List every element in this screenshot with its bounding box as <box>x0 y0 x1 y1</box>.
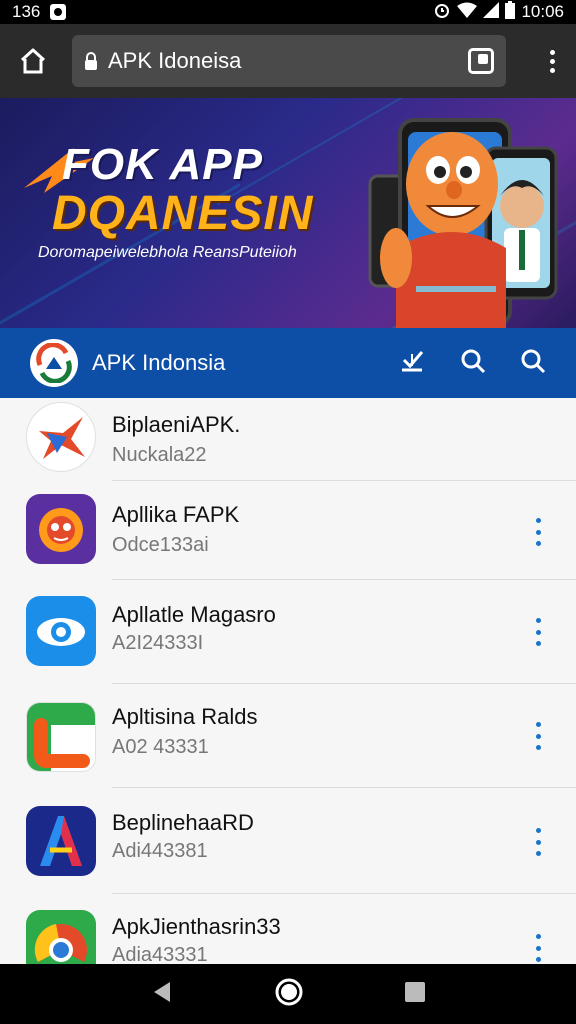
app-icon <box>26 806 96 876</box>
status-bar: 136 10:06 <box>0 0 576 24</box>
app-meta: Adia43331 <box>112 944 208 964</box>
more-dot <box>535 957 541 962</box>
more-dot <box>535 641 541 646</box>
app-meta: A2I24333I <box>112 632 204 654</box>
list-item[interactable]: Apllika FAPK Odce133ai <box>0 480 576 580</box>
tab-switcher-icon[interactable] <box>468 48 494 74</box>
notification-icon <box>50 4 67 20</box>
address-bar[interactable]: APK Idoneisa <box>72 35 506 87</box>
more-dot <box>535 945 541 951</box>
app-icon <box>26 402 96 472</box>
more-options-button[interactable] <box>530 618 546 646</box>
more-dot <box>535 722 541 727</box>
menu-dot <box>549 67 555 73</box>
banner-subtitle: Doromapeiwelebhola ReansPuteiioh <box>38 244 297 261</box>
app-meta: Nuckala22 <box>112 444 207 466</box>
app-title: ApkJienthasrin33 <box>112 914 281 939</box>
app-title: Apllatle Magasro <box>112 602 276 627</box>
list-item[interactable]: ApkJienthasrin33 Adia43331 <box>0 894 576 964</box>
back-icon[interactable] <box>150 980 174 1009</box>
more-dot <box>535 828 541 833</box>
list-item[interactable]: Apltisina Ralds A02 43331 <box>0 684 576 788</box>
app-icon <box>26 910 96 964</box>
menu-dot <box>549 49 555 55</box>
list-item[interactable]: BeplinehaaRD Adi443381 <box>0 788 576 894</box>
app-meta: Adi443381 <box>112 840 208 862</box>
more-dot <box>535 541 541 546</box>
app-meta: Odce133ai <box>112 534 209 556</box>
alarm-icon <box>433 1 451 24</box>
home-circle-icon[interactable] <box>274 977 304 1012</box>
more-dot <box>535 839 541 845</box>
browser-toolbar: APK Idoneisa <box>0 24 576 98</box>
address-text: APK Idoneisa <box>108 48 242 73</box>
more-dot <box>535 934 541 939</box>
more-dot <box>535 733 541 739</box>
promo-banner[interactable]: FOK APP DQANESIN Doromapeiwelebhola Rean… <box>0 98 576 328</box>
signal-icon <box>483 1 500 23</box>
app-list: BiplaeniAPK. Nuckala22 Apllika FAPK Odce… <box>0 398 576 964</box>
site-header: APK Indonsia <box>0 328 576 398</box>
more-dot <box>535 618 541 623</box>
site-name: APK Indonsia <box>92 350 226 375</box>
more-options-button[interactable] <box>530 518 546 546</box>
wifi-icon <box>457 2 478 23</box>
home-icon <box>20 48 46 74</box>
browser-menu-button[interactable] <box>540 41 564 81</box>
more-dot <box>535 629 541 635</box>
app-title: BeplinehaaRD <box>112 810 254 835</box>
status-time-right: 10:06 <box>521 2 564 21</box>
app-title: Apltisina Ralds <box>112 704 258 729</box>
app-meta: A02 43331 <box>112 736 209 758</box>
banner-title-line2: DQANESIN <box>52 187 314 240</box>
site-logo[interactable] <box>30 339 78 387</box>
banner-illustration <box>368 118 558 328</box>
search-icon[interactable] <box>520 348 546 379</box>
download-icon[interactable] <box>398 348 426 379</box>
app-icon <box>26 702 96 772</box>
app-icon <box>26 494 96 564</box>
list-item[interactable]: BiplaeniAPK. Nuckala22 <box>0 398 576 481</box>
more-dot <box>535 529 541 535</box>
more-dot <box>535 851 541 856</box>
app-title: BiplaeniAPK. <box>112 412 241 437</box>
system-navigation-bar <box>0 964 576 1024</box>
search-icon[interactable] <box>460 348 486 379</box>
lock-icon <box>84 52 98 70</box>
more-options-button[interactable] <box>530 934 546 962</box>
recents-icon[interactable] <box>404 981 426 1008</box>
menu-dot <box>549 58 555 64</box>
more-options-button[interactable] <box>530 828 546 856</box>
app-icon <box>26 596 96 666</box>
app-title: Apllika FAPK <box>112 502 240 527</box>
more-options-button[interactable] <box>530 722 546 750</box>
banner-title-line1: FOK APP <box>62 140 263 189</box>
battery-icon <box>505 0 516 24</box>
home-button[interactable] <box>12 40 54 82</box>
apk-logo-icon <box>36 343 72 383</box>
more-dot <box>535 745 541 750</box>
list-item[interactable]: Apllatle Magasro A2I24333I <box>0 580 576 684</box>
more-dot <box>535 518 541 523</box>
status-time-left: 136 <box>12 2 41 21</box>
